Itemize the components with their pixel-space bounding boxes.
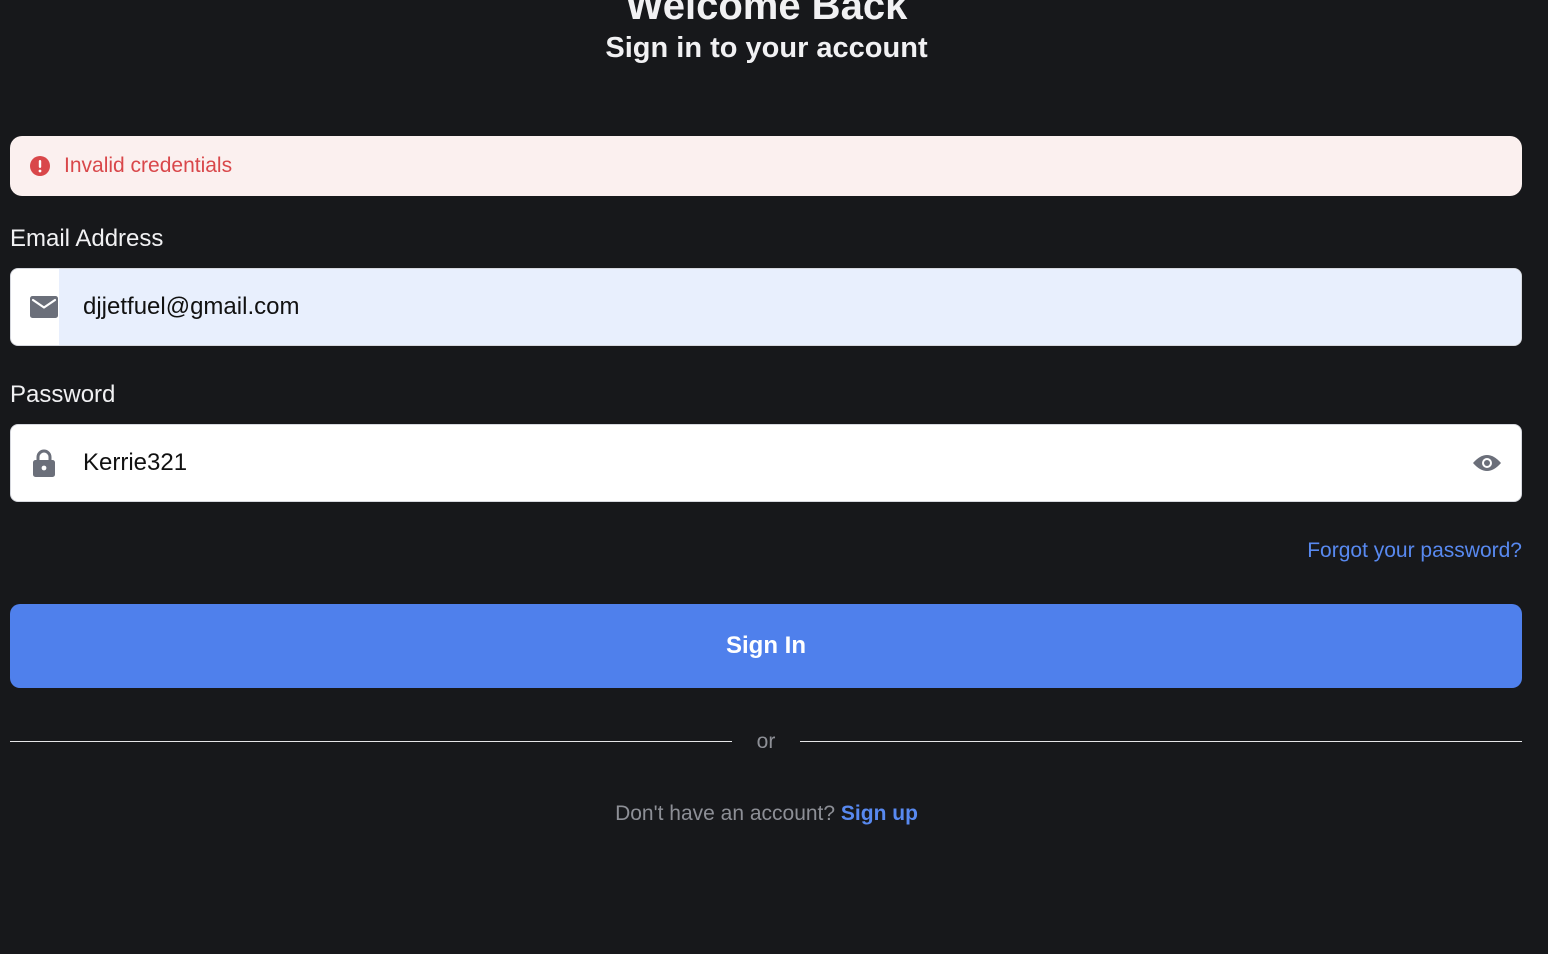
eye-icon[interactable] <box>1471 447 1503 479</box>
sign-in-button[interactable]: Sign In <box>10 604 1522 688</box>
sign-up-link[interactable]: Sign up <box>841 802 918 825</box>
divider-line-left <box>10 741 732 742</box>
email-input[interactable] <box>59 269 1521 345</box>
divider-text: or <box>756 730 776 753</box>
divider-line-right <box>800 741 1522 742</box>
password-input[interactable] <box>59 425 1461 501</box>
page-title: Welcome Back <box>625 0 908 28</box>
lock-icon <box>29 448 59 478</box>
login-page: Welcome Back Sign in to your account Inv… <box>0 0 1548 954</box>
forgot-password-link[interactable]: Forgot your password? <box>1307 537 1522 565</box>
password-label: Password <box>10 381 116 408</box>
error-message: Invalid credentials <box>64 154 233 177</box>
email-field-wrapper <box>10 268 1522 346</box>
email-label: Email Address <box>10 225 164 252</box>
signup-row: Don't have an account? Sign up <box>0 800 1533 828</box>
password-field-wrapper <box>10 424 1522 502</box>
error-alert: Invalid credentials <box>10 136 1522 196</box>
signup-prompt: Don't have an account? <box>615 802 841 825</box>
alert-circle-icon <box>29 155 51 177</box>
page-subtitle: Sign in to your account <box>605 32 928 64</box>
mail-icon <box>29 292 59 322</box>
